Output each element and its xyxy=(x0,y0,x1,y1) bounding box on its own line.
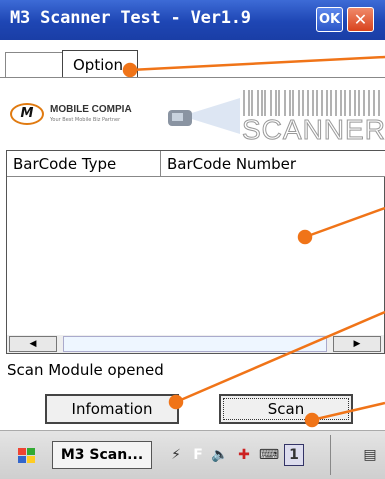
tab-divider xyxy=(0,77,385,78)
column-header-number[interactable]: BarCode Number xyxy=(161,151,385,177)
scrollbar-thumb[interactable] xyxy=(63,336,327,352)
scanner-wordmark: SCANNER xyxy=(242,114,385,146)
mobile-compia-logo: M xyxy=(10,103,44,125)
window-title: M3 Scanner Test - Ver1.9 xyxy=(10,8,251,28)
input-mode-indicator[interactable]: F xyxy=(191,444,205,466)
information-button[interactable]: Infomation xyxy=(45,394,179,424)
tab-strip: Option xyxy=(0,40,385,78)
horizontal-scrollbar[interactable]: ◀ ▶ xyxy=(7,335,384,353)
brand-name: MOBILE COMPIA xyxy=(50,104,132,115)
volume-icon[interactable]: 🔈 xyxy=(210,444,230,466)
scroll-right-arrow-icon[interactable]: ▶ xyxy=(333,336,381,352)
scan-button[interactable]: Scan xyxy=(219,394,353,424)
brand-banner: M MOBILE COMPIA Your Best Mobile Biz Par… xyxy=(10,90,385,146)
main-content: Option M MOBILE COMPIA Your Best Mobile … xyxy=(0,40,385,430)
battery-icon[interactable]: ✚ xyxy=(233,444,255,466)
desktop-icon[interactable]: ▤ xyxy=(358,444,382,466)
scroll-left-arrow-icon[interactable]: ◀ xyxy=(9,336,57,352)
column-header-type[interactable]: BarCode Type xyxy=(7,151,161,177)
connectivity-icon[interactable]: ⚡ xyxy=(166,444,186,466)
taskbar-app-button[interactable]: M3 Scan... xyxy=(52,441,152,469)
barcode-grid[interactable]: BarCode Type BarCode Number ◀ ▶ xyxy=(6,150,385,354)
barcode-graphic xyxy=(243,90,380,116)
status-text: Scan Module opened xyxy=(7,361,164,379)
page-number-badge[interactable]: 1 xyxy=(284,444,304,466)
ok-button[interactable]: OK xyxy=(316,7,343,32)
tab-option[interactable]: Option xyxy=(62,50,138,78)
taskbar: M3 Scan... ⚡ F 🔈 ✚ ⌨ 1 ▤ xyxy=(0,430,385,479)
windows-start-icon[interactable] xyxy=(14,446,40,466)
tab-main[interactable] xyxy=(5,52,63,78)
title-bar: M3 Scanner Test - Ver1.9 OK ✕ xyxy=(0,0,385,40)
keyboard-icon[interactable]: ⌨ xyxy=(258,444,280,466)
close-button[interactable]: ✕ xyxy=(347,7,374,32)
brand-tagline: Your Best Mobile Biz Partner xyxy=(50,117,121,123)
taskbar-divider xyxy=(330,435,331,475)
scanner-device-icon xyxy=(168,98,240,134)
